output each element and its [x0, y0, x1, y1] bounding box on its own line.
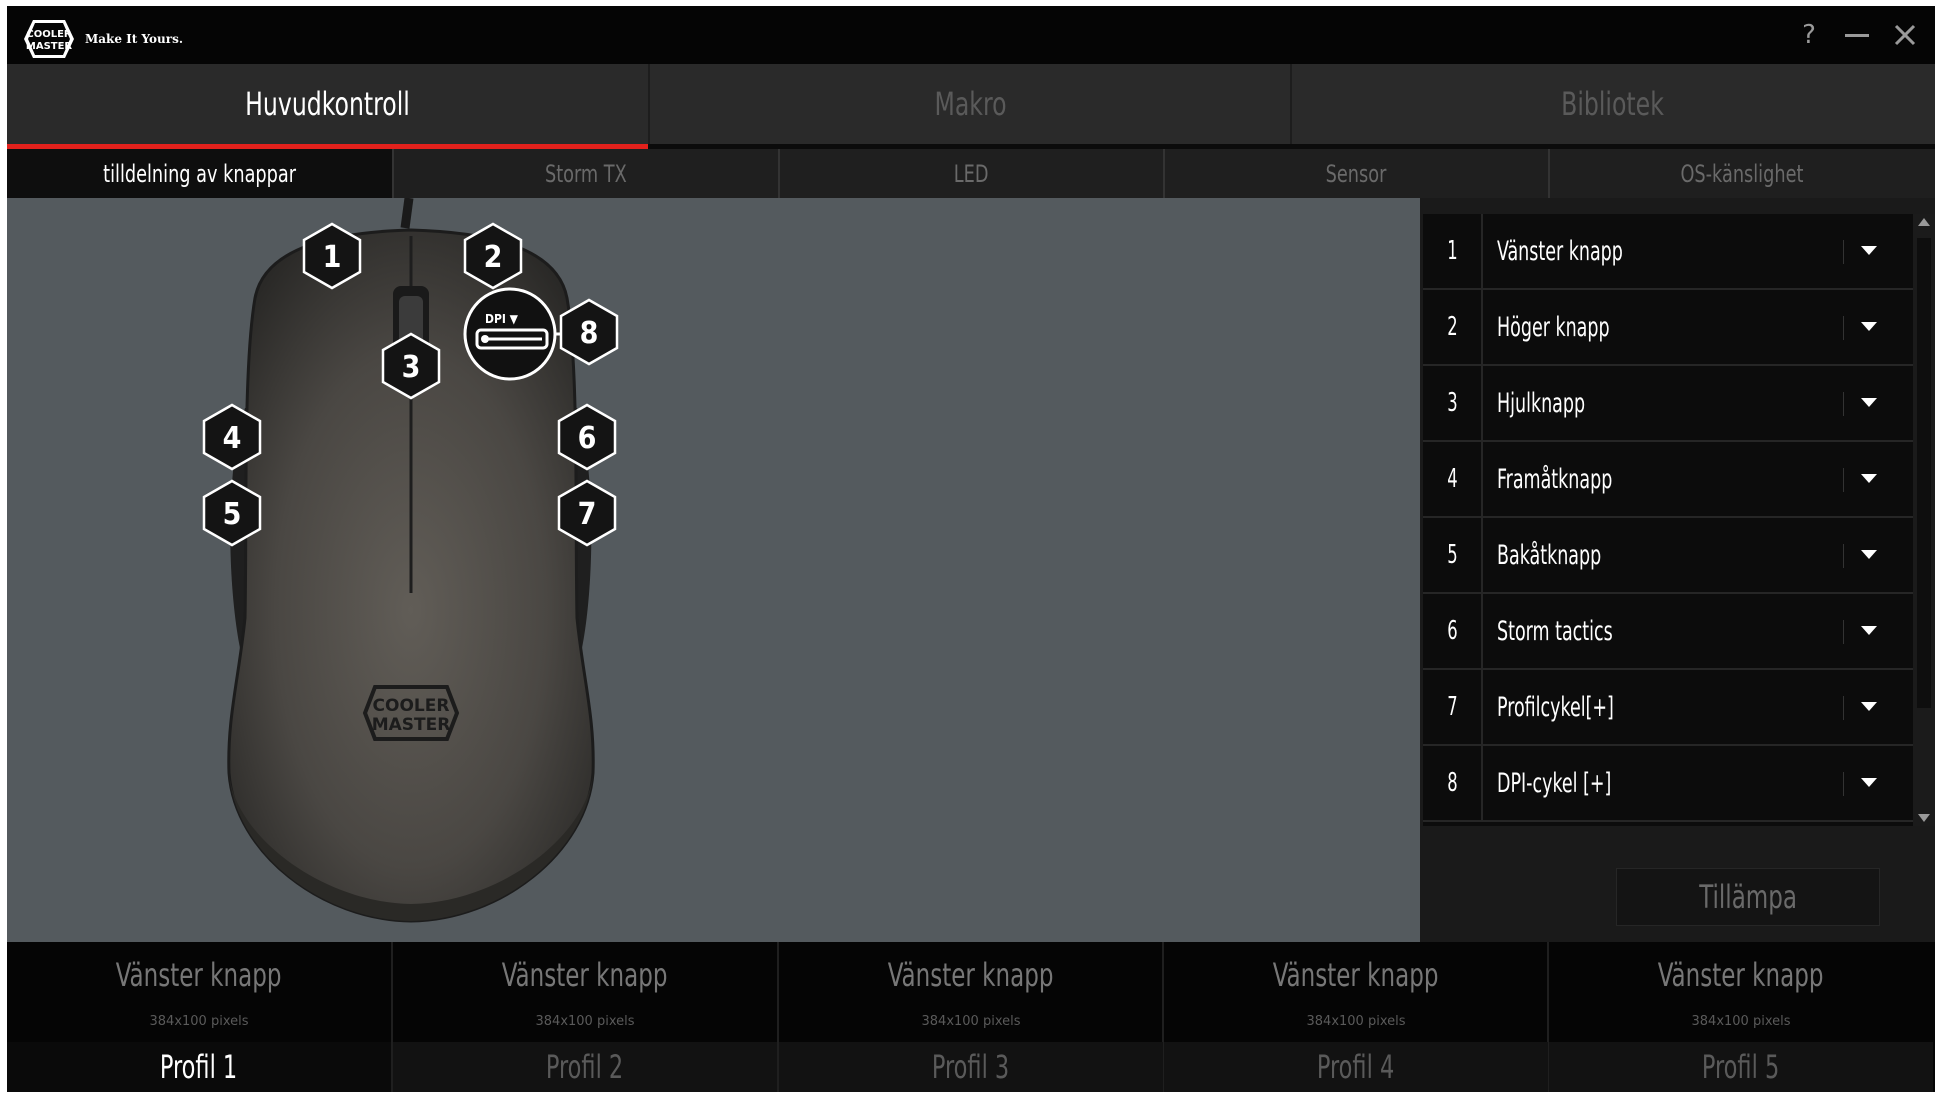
subtab-label: LED	[954, 159, 989, 188]
close-icon	[1894, 24, 1916, 46]
assignment-dropdown-value: Höger knapp	[1497, 311, 1610, 343]
tab-bibliotek[interactable]: Bibliotek	[1350, 64, 1876, 144]
subtab-label: Sensor	[1326, 159, 1387, 188]
chevron-down-icon[interactable]	[1861, 626, 1877, 635]
assignment-dropdown-value: Bakåtknapp	[1497, 539, 1602, 571]
cooler-master-logo: COOLER MASTER	[24, 20, 74, 58]
subtab-storm-tx[interactable]: Storm TX	[393, 149, 779, 198]
assignment-dropdown-value: Storm tactics	[1497, 615, 1613, 647]
profile-slot-1[interactable]: Vänster knapp 384x100 pixels	[7, 942, 391, 1044]
close-button[interactable]	[1888, 18, 1922, 52]
row-number: 5	[1423, 518, 1483, 592]
assignment-row-1[interactable]: 1 Vänster knapp	[1423, 214, 1913, 290]
subtab-label: OS-känslighet	[1680, 159, 1804, 188]
assignment-dropdown-value: DPI-cykel [+]	[1497, 767, 1612, 799]
assignment-dropdown-value: Hjulknapp	[1497, 387, 1586, 419]
assignment-dropdown-value: Vänster knapp	[1497, 235, 1623, 267]
chevron-down-icon[interactable]	[1861, 398, 1877, 407]
chevron-down-icon[interactable]	[1861, 322, 1877, 331]
svg-text:MASTER: MASTER	[372, 715, 451, 735]
minimize-icon	[1845, 34, 1869, 37]
subtab-label: Storm TX	[545, 159, 627, 188]
row-number: 8	[1423, 746, 1483, 820]
chevron-down-icon[interactable]	[1861, 550, 1877, 559]
svg-text:3: 3	[402, 350, 421, 385]
svg-text:5: 5	[223, 497, 242, 532]
tab-divider	[648, 64, 650, 144]
subtab-divider	[778, 149, 780, 198]
svg-text:4: 4	[223, 421, 242, 456]
profile-slot-5[interactable]: Vänster knapp 384x100 pixels	[1549, 942, 1933, 1044]
subtab-led[interactable]: LED	[779, 149, 1164, 198]
row-number: 1	[1423, 214, 1483, 288]
assignment-row-4[interactable]: 4 Framåtknapp	[1423, 442, 1913, 518]
chevron-down-icon[interactable]	[1861, 778, 1877, 787]
help-button[interactable]: ?	[1792, 18, 1826, 52]
subtab-divider	[392, 149, 394, 198]
assignment-row-8[interactable]: 8 DPI-cykel [+]	[1423, 746, 1913, 822]
subtab-os-sensitivity[interactable]: OS-känslighet	[1549, 149, 1935, 198]
chevron-down-icon[interactable]	[1861, 246, 1877, 255]
assignment-row-5[interactable]: 5 Bakåtknapp	[1423, 518, 1913, 594]
title-bar: COOLER MASTER Make It Yours. ?	[7, 6, 1935, 64]
tab-divider	[1290, 64, 1292, 144]
mouse-preview-area: COOLER MASTER DPI ▼ 1 2 3 4 5 6 7 8	[7, 198, 1420, 942]
profile-tab-2[interactable]: Profil 2	[393, 1042, 777, 1092]
tab-huvudkontroll[interactable]: Huvudkontroll	[65, 64, 591, 144]
mouse-diagram: COOLER MASTER DPI ▼ 1 2 3 4 5 6 7 8	[202, 198, 619, 923]
logo-text-line1: COOLER	[26, 29, 72, 40]
profile-slot-4[interactable]: Vänster knapp 384x100 pixels	[1164, 942, 1548, 1044]
row-number: 6	[1423, 594, 1483, 668]
subtab-divider	[1163, 149, 1165, 198]
minimize-button[interactable]	[1840, 18, 1874, 52]
svg-text:2: 2	[484, 240, 503, 275]
profile-tab-3[interactable]: Profil 3	[779, 1042, 1163, 1092]
assignment-dropdown-value: Framåtknapp	[1497, 463, 1613, 495]
assignment-row-7[interactable]: 7 Profilcykel[+]	[1423, 670, 1913, 746]
assignment-row-3[interactable]: 3 Hjulknapp	[1423, 366, 1913, 442]
row-number: 2	[1423, 290, 1483, 364]
logo-text-line2: MASTER	[26, 41, 73, 52]
app-window: COOLER MASTER Make It Yours. ? Huvudkont…	[7, 6, 1935, 1092]
svg-text:6: 6	[578, 421, 597, 456]
button-assignment-list: 1 Vänster knapp 2 Höger knapp 3 Hjulknap…	[1423, 214, 1913, 826]
row-number: 3	[1423, 366, 1483, 440]
tagline: Make It Yours.	[85, 32, 184, 46]
scrollbar-thumb[interactable]	[1917, 238, 1931, 708]
chevron-down-icon[interactable]	[1861, 702, 1877, 711]
assignment-row-2[interactable]: 2 Höger knapp	[1423, 290, 1913, 366]
scroll-up-arrow-icon[interactable]	[1918, 218, 1930, 226]
svg-text:COOLER: COOLER	[373, 696, 450, 716]
subtab-divider	[1548, 149, 1550, 198]
svg-text:1: 1	[323, 240, 342, 275]
profile-tab-1[interactable]: Profil 1	[7, 1042, 391, 1092]
row-number: 7	[1423, 670, 1483, 744]
chevron-down-icon[interactable]	[1861, 474, 1877, 483]
dpi-label: DPI ▼	[485, 312, 519, 326]
main-tab-bar: Huvudkontroll Makro Bibliotek	[7, 64, 1935, 144]
tab-makro[interactable]: Makro	[708, 64, 1234, 144]
svg-text:8: 8	[580, 316, 599, 351]
subtab-button-assignment[interactable]: tilldelning av knappar	[7, 149, 393, 198]
profile-tab-4[interactable]: Profil 4	[1164, 1042, 1548, 1092]
scroll-down-arrow-icon[interactable]	[1918, 814, 1930, 822]
assignment-row-6[interactable]: 6 Storm tactics	[1423, 594, 1913, 670]
profile-slot-2[interactable]: Vänster knapp 384x100 pixels	[393, 942, 777, 1044]
profile-tab-5[interactable]: Profil 5	[1549, 1042, 1933, 1092]
row-number: 4	[1423, 442, 1483, 516]
mouse-cable	[400, 198, 414, 229]
apply-button[interactable]: Tillämpa	[1616, 868, 1880, 926]
svg-text:7: 7	[578, 497, 597, 532]
subtab-sensor[interactable]: Sensor	[1164, 149, 1549, 198]
assignment-dropdown-value: Profilcykel[+]	[1497, 691, 1614, 723]
subtab-label: tilldelning av knappar	[103, 159, 297, 188]
assignment-scrollbar[interactable]	[1913, 214, 1935, 826]
profile-slot-3[interactable]: Vänster knapp 384x100 pixels	[779, 942, 1163, 1044]
sub-tab-bar: tilldelning av knappar Storm TX LED Sens…	[7, 149, 1935, 198]
